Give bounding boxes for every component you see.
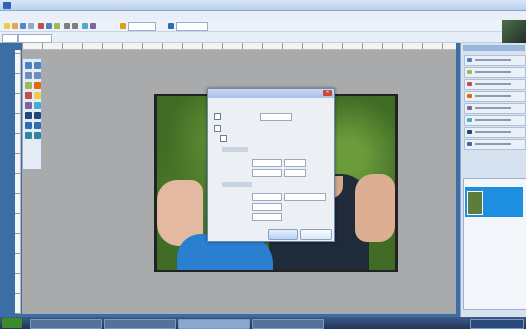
right-arm-region [355,174,395,242]
resolution-unit-select[interactable] [284,193,326,201]
height-input[interactable] [252,169,282,177]
system-tray [470,319,524,329]
print-icon[interactable] [28,23,34,29]
cut-icon[interactable] [38,23,44,29]
settings-label[interactable] [128,22,156,31]
history-panel [460,43,526,329]
antialiasing-select[interactable] [18,34,52,43]
history-item[interactable] [464,79,526,90]
tool-options-bar [0,32,526,43]
clone-stamp-icon[interactable] [25,102,32,109]
percentage-input[interactable] [260,113,292,121]
color-picker-icon[interactable] [34,122,41,129]
move-icon[interactable] [34,62,41,69]
rectangle-select-icon[interactable] [25,62,32,69]
width-unit-select[interactable] [284,159,306,167]
maintain-aspect-checkbox[interactable] [220,135,227,142]
paint-bucket-icon[interactable] [34,82,41,89]
horizontal-ruler [22,43,456,50]
help-icon[interactable] [168,23,174,29]
print-size-header [222,182,252,187]
paste-icon[interactable] [54,23,60,29]
layer-row-selected[interactable] [465,187,523,217]
zoom-icon[interactable] [34,72,41,79]
paint-app-icon [3,2,11,9]
magic-wand-icon[interactable] [25,82,32,89]
dialog-title-bar: × [208,89,334,98]
taskbar-item[interactable] [104,319,176,329]
shapes-icon[interactable] [25,122,32,129]
cancel-button[interactable] [300,229,332,240]
redo-icon[interactable] [72,23,78,29]
text-icon[interactable] [25,112,32,119]
tools-palette [22,58,42,170]
new-file-icon[interactable] [4,23,10,29]
undo-icon[interactable] [64,23,70,29]
taskbar-item[interactable] [30,319,102,329]
taskbar-item-active[interactable] [178,319,250,329]
pixel-size-header [222,147,248,152]
resize-dialog: × [207,88,335,242]
open-folder-icon[interactable] [12,23,18,29]
resolution-input[interactable] [252,193,282,201]
title-bar [0,0,526,11]
history-panel-header [463,45,525,51]
history-item[interactable] [464,127,526,138]
print-width-input[interactable] [252,203,282,211]
vertical-ruler [15,50,21,314]
tool-select[interactable] [2,34,18,43]
history-item[interactable] [464,103,526,114]
taskbar [0,317,526,329]
layers-panel [463,178,526,310]
image-thumbnail[interactable] [502,20,526,43]
crop-icon[interactable] [82,23,88,29]
history-item[interactable] [464,115,526,126]
pencil-icon[interactable] [34,92,41,99]
by-absolute-size-radio[interactable] [214,125,221,132]
eraser-icon[interactable] [34,102,41,109]
height-unit-select[interactable] [284,169,306,177]
settings-icon[interactable] [120,23,126,29]
copy-icon[interactable] [46,23,52,29]
history-item[interactable] [464,55,526,66]
brush-icon[interactable] [25,92,32,99]
lasso-icon[interactable] [25,72,32,79]
gradient-icon[interactable] [25,132,32,139]
width-input[interactable] [252,159,282,167]
close-icon[interactable]: × [323,90,332,96]
menu-bar [0,11,526,20]
line-icon[interactable] [34,112,41,119]
deselect-icon[interactable] [90,23,96,29]
save-icon[interactable] [20,23,26,29]
taskbar-item[interactable] [252,319,324,329]
history-item[interactable] [464,67,526,78]
layer-thumbnail [467,191,483,215]
zoom-field[interactable] [176,22,208,31]
print-height-input[interactable] [252,213,282,221]
history-item[interactable] [464,91,526,102]
by-percentage-radio[interactable] [214,113,221,120]
recolor-icon[interactable] [34,132,41,139]
history-item[interactable] [464,139,526,150]
ok-button[interactable] [268,229,298,240]
windows-start-icon[interactable] [2,318,22,328]
main-toolbar [0,20,526,32]
